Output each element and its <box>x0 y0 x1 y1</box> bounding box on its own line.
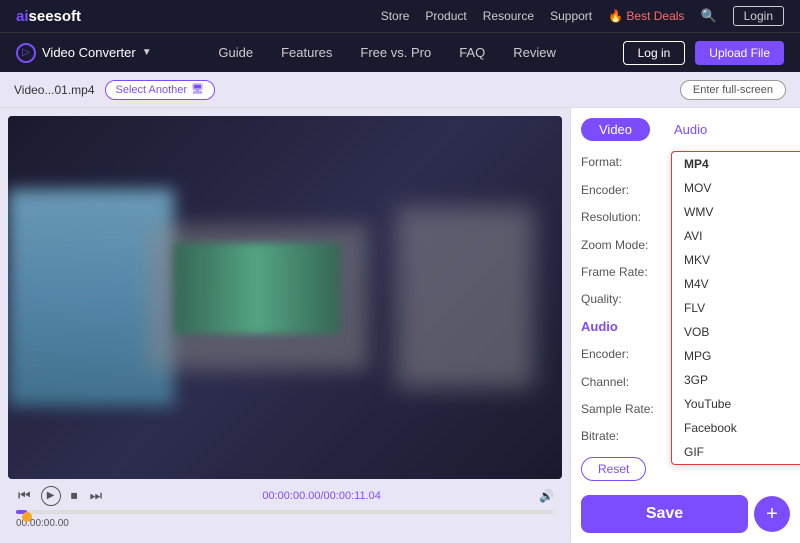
store-link[interactable]: Store <box>381 9 410 23</box>
login-button-second[interactable]: Log in <box>623 41 686 65</box>
reset-button[interactable]: Reset <box>581 457 646 481</box>
format-option-facebook[interactable]: Facebook <box>672 416 800 440</box>
format-label: Format: <box>581 155 671 169</box>
product-link[interactable]: Product <box>425 9 466 23</box>
format-option-gif[interactable]: GIF <box>672 440 800 464</box>
format-option-mp4[interactable]: MP4 <box>672 152 800 176</box>
settings-panel: Video Audio Format: MP4 ▼ MP4 MOV WMV <box>570 108 800 543</box>
app-title: ▷ Video Converter ▼ <box>16 43 152 63</box>
volume-icon[interactable]: 🔊 <box>539 489 554 503</box>
time-display: 00:00:00.00/00:00:11.04 <box>262 490 380 502</box>
controls-row: ⏮ ▶ ⏹ ⏭ 00:00:00.00/00:00:11.04 🔊 <box>16 483 554 508</box>
stop-button[interactable]: ⏹ <box>69 485 80 506</box>
format-option-vob[interactable]: VOB <box>672 320 800 344</box>
controls-left: ⏮ ▶ ⏹ ⏭ <box>16 485 104 506</box>
resolution-label: Resolution: <box>581 210 671 224</box>
logo: aiseesoft <box>16 8 81 25</box>
zoom-mode-label: Zoom Mode: <box>581 238 671 252</box>
save-plus-button[interactable]: + <box>754 496 790 532</box>
thumb-blur-right <box>396 207 535 389</box>
file-bar: Video...01.mp4 Select Another 🖥 Enter fu… <box>0 72 800 108</box>
second-nav-links: Guide Features Free vs. Pro FAQ Review <box>184 45 591 60</box>
faq-link[interactable]: FAQ <box>459 45 485 60</box>
save-button[interactable]: Save <box>581 495 748 533</box>
format-option-mpg[interactable]: MPG <box>672 344 800 368</box>
guide-link[interactable]: Guide <box>218 45 253 60</box>
format-option-wmv[interactable]: WMV <box>672 200 800 224</box>
format-option-mov[interactable]: MOV <box>672 176 800 200</box>
progress-bar[interactable] <box>16 510 554 514</box>
app-title-text: Video Converter <box>42 45 136 60</box>
current-time: 00:00:00.00 <box>16 516 554 533</box>
video-thumbnail <box>8 116 562 479</box>
format-option-3gp[interactable]: 3GP <box>672 368 800 392</box>
second-nav-actions: Log in Upload File <box>623 41 784 65</box>
best-deals-link[interactable]: 🔥 Best Deals <box>608 9 684 23</box>
format-option-youtube[interactable]: YouTube <box>672 392 800 416</box>
main-content: Video...01.mp4 Select Another 🖥 Enter fu… <box>0 72 800 543</box>
fast-forward-button[interactable]: ⏭ <box>88 485 105 506</box>
file-bar-left: Video...01.mp4 Select Another 🖥 <box>14 80 215 100</box>
top-nav-bar: aiseesoft Store Product Resource Support… <box>0 0 800 32</box>
sample-rate-label: Sample Rate: <box>581 402 671 416</box>
upload-file-button[interactable]: Upload File <box>695 41 784 65</box>
bitrate-label: Bitrate: <box>581 429 671 443</box>
play-button[interactable]: ▶ <box>41 486 61 506</box>
format-option-avi[interactable]: AVI <box>672 224 800 248</box>
video-area: ⏮ ▶ ⏹ ⏭ 00:00:00.00/00:00:11.04 🔊 00:00:… <box>0 108 570 543</box>
features-link[interactable]: Features <box>281 45 332 60</box>
thumb-green-bar <box>174 243 340 334</box>
encoder-label: Encoder: <box>581 183 671 197</box>
dropdown-arrow-icon[interactable]: ▼ <box>142 47 152 58</box>
format-option-flv[interactable]: FLV <box>672 296 800 320</box>
format-option-mkv[interactable]: MKV <box>672 248 800 272</box>
search-icon[interactable]: 🔍 <box>700 8 716 24</box>
file-name: Video...01.mp4 <box>14 83 95 97</box>
format-dropdown-container: MP4 ▼ MP4 MOV WMV AVI MKV M4V FLV VOB MP… <box>671 151 790 173</box>
audio-section-label: Audio <box>581 319 671 334</box>
tab-row: Video Audio <box>581 118 790 141</box>
frame-rate-label: Frame Rate: <box>581 265 671 279</box>
top-nav-links: Store Product Resource Support 🔥 Best De… <box>381 6 784 26</box>
monitor-icon: 🖥 <box>191 84 204 95</box>
save-row: Save + <box>581 487 790 533</box>
free-vs-pro-link[interactable]: Free vs. Pro <box>360 45 431 60</box>
support-link[interactable]: Support <box>550 9 592 23</box>
audio-encoder-label: Encoder: <box>581 347 671 361</box>
second-nav-bar: ▷ Video Converter ▼ Guide Features Free … <box>0 32 800 72</box>
select-another-label: Select Another <box>116 84 188 96</box>
channel-label: Channel: <box>581 375 671 389</box>
tab-video[interactable]: Video <box>581 118 650 141</box>
format-dropdown-menu: MP4 MOV WMV AVI MKV M4V FLV VOB MPG 3GP … <box>671 151 800 465</box>
logo-text: aiseesoft <box>16 8 81 25</box>
resource-link[interactable]: Resource <box>483 9 534 23</box>
video-preview <box>8 116 562 479</box>
fullscreen-button[interactable]: Enter full-screen <box>680 80 786 100</box>
format-option-m4v[interactable]: M4V <box>672 272 800 296</box>
review-link[interactable]: Review <box>513 45 556 60</box>
select-another-button[interactable]: Select Another 🖥 <box>105 80 215 100</box>
app-icon: ▷ <box>16 43 36 63</box>
rewind-button[interactable]: ⏮ <box>16 485 33 506</box>
time-marker <box>22 512 32 522</box>
format-row: Format: MP4 ▼ MP4 MOV WMV AVI MKV M4V F <box>581 151 790 173</box>
login-button-top[interactable]: Login <box>733 6 784 26</box>
player-controls: ⏮ ▶ ⏹ ⏭ 00:00:00.00/00:00:11.04 🔊 00:00:… <box>8 479 562 535</box>
quality-label: Quality: <box>581 292 671 306</box>
tab-audio[interactable]: Audio <box>656 118 725 141</box>
content-row: ⏮ ▶ ⏹ ⏭ 00:00:00.00/00:00:11.04 🔊 00:00:… <box>0 108 800 543</box>
plus-icon: + <box>766 503 778 526</box>
